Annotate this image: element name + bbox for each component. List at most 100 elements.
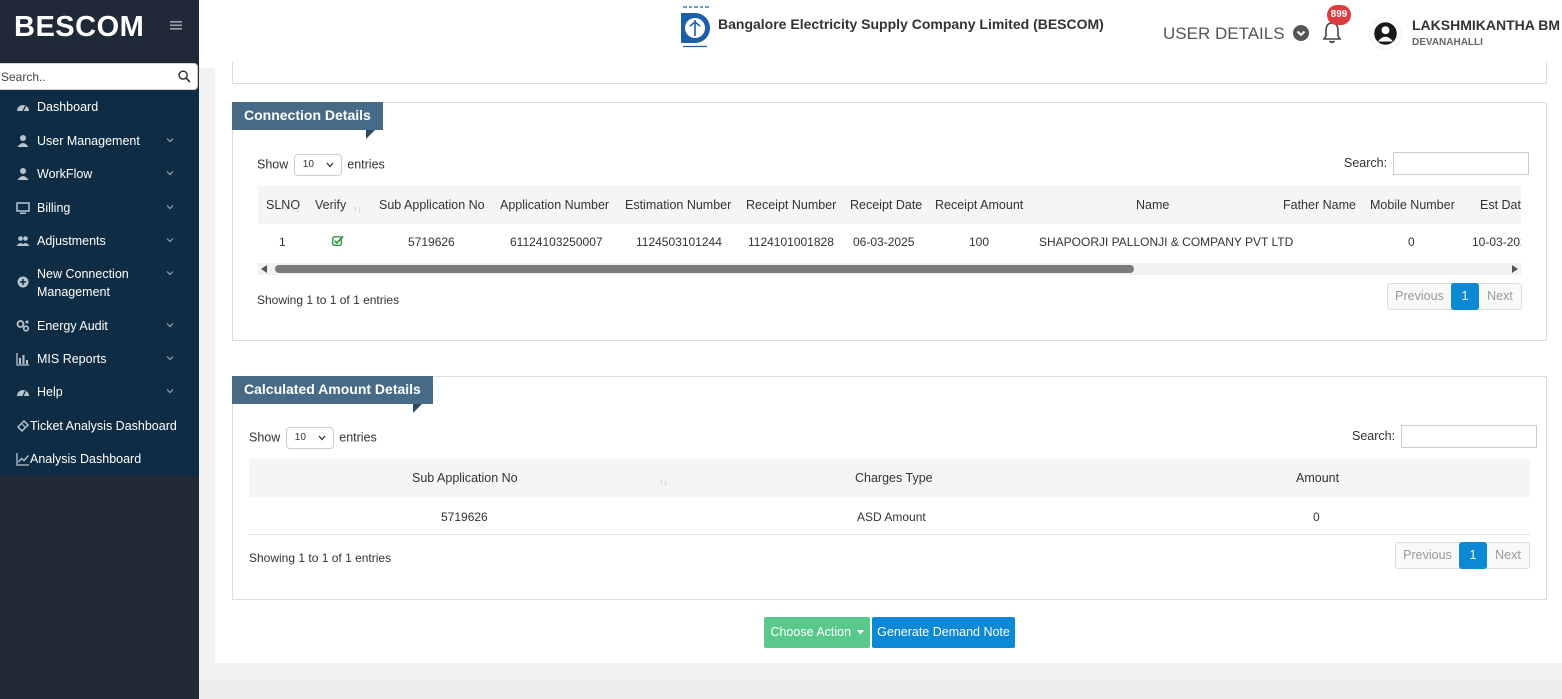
sidebar-item-label: Help (37, 385, 63, 399)
chevron-down-icon (166, 205, 174, 210)
column-header-amount[interactable]: Amount (1296, 471, 1339, 485)
column-header-father-name[interactable]: Father Name (1283, 198, 1356, 212)
column-header-application-number[interactable]: Application Number (500, 198, 609, 212)
sidebar-item-label: Energy Audit (37, 319, 108, 333)
pagination-previous[interactable]: Previous (1396, 543, 1459, 568)
sidebar-item-label: MIS Reports (37, 352, 107, 366)
pagination-page[interactable]: 1 (1451, 283, 1479, 310)
scroll-left-icon[interactable] (261, 265, 267, 273)
pagination-next[interactable]: Next (1487, 543, 1529, 568)
user-location: DEVANAHALLI (1412, 37, 1483, 48)
cell-sub-application-no: 5719626 (441, 510, 488, 524)
caret-down-icon (856, 630, 864, 635)
sort-icon[interactable]: ↑↓ (291, 204, 300, 214)
sidebar-item-workflow[interactable]: WorkFlow (0, 167, 199, 181)
choose-action-label: Choose Action (770, 625, 852, 639)
sidebar-item-energy-audit[interactable]: Energy Audit (0, 319, 199, 333)
cell-sub-application-no: 5719626 (408, 235, 455, 249)
column-header-sub-application-no[interactable]: Sub Application No (412, 471, 518, 485)
sidebar-header: BESCOM (0, 0, 199, 62)
user-details-dropdown[interactable]: USER DETAILS (1163, 24, 1310, 44)
page-size-select[interactable]: 10 (293, 154, 342, 176)
cell-est-date: 10-03-2025 (1472, 235, 1521, 249)
sidebar-item-user-management[interactable]: User Management (0, 134, 199, 148)
chevron-down-icon (166, 356, 174, 361)
sidebar-item-new-connection-management[interactable]: New Connection Management (0, 267, 199, 299)
page-size-control: Show 10 entries (249, 427, 377, 449)
sidebar-item-analysis-dashboard[interactable]: Analysis Dashboard (0, 452, 199, 466)
notification-badge[interactable]: 899 (1327, 5, 1351, 25)
sidebar-item-label: New Connection (37, 267, 129, 281)
scroll-right-icon[interactable] (1512, 265, 1518, 273)
chevron-down-icon (166, 171, 174, 176)
chevron-down-icon (318, 435, 326, 441)
users-icon (16, 236, 30, 246)
entries-label: entries (339, 430, 377, 445)
brand-logo-text[interactable]: BESCOM (14, 11, 144, 44)
cell-charges-type: ASD Amount (857, 510, 926, 524)
sidebar-item-label: Ticket Analysis Dashboard (30, 419, 177, 433)
plus-circle-icon (17, 276, 29, 288)
choose-action-button[interactable]: Choose Action (764, 617, 870, 648)
table-info: Showing 1 to 1 of 1 entries (249, 551, 392, 565)
sidebar-item-dashboard[interactable]: Dashboard (0, 100, 199, 114)
column-header-est-date[interactable]: Est Date (1480, 198, 1521, 212)
sidebar-item-mis-reports[interactable]: MIS Reports (0, 352, 199, 366)
pagination-page[interactable]: 1 (1459, 542, 1487, 569)
chevron-down-icon (166, 238, 174, 243)
table-search: Search: (1352, 425, 1537, 448)
table-search: Search: (1344, 152, 1529, 175)
pagination-next[interactable]: Next (1479, 284, 1521, 309)
panel-title: Connection Details (232, 102, 383, 130)
sidebar-item-billing[interactable]: Billing (0, 201, 199, 215)
sort-icon[interactable]: ↑↓ (659, 477, 668, 487)
entries-label: entries (347, 157, 385, 172)
column-header-mobile-number[interactable]: Mobile Number (1370, 198, 1455, 212)
column-header-verify[interactable]: Verify (315, 198, 346, 212)
sidebar-item-help[interactable]: Help (0, 385, 199, 399)
top-header: Bangalore Electricity Supply Company Lim… (199, 0, 1562, 68)
chevron-down-icon (166, 271, 174, 276)
sidebar-item-adjustments[interactable]: Adjustments (0, 234, 199, 248)
cell-slno: 1 (279, 235, 286, 249)
user-name: LAKSHMIKANTHA BM (1412, 17, 1561, 33)
page-size-value: 10 (294, 432, 306, 443)
cell-amount: 0 (1313, 510, 1320, 524)
column-header-receipt-amount[interactable]: Receipt Amount (935, 198, 1023, 212)
checkbox-checked-icon[interactable] (332, 235, 344, 246)
cell-name: SHAPOORJI PALLONJI & COMPANY PVT LTD (1039, 235, 1294, 249)
gears-icon (16, 320, 30, 332)
pagination-previous[interactable]: Previous (1388, 284, 1451, 309)
table-search-input[interactable] (1400, 425, 1537, 448)
generate-demand-note-button[interactable]: Generate Demand Note (872, 617, 1015, 648)
sidebar-item-label: User Management (37, 134, 140, 148)
cell-estimation-number: 1124503101244 (636, 235, 722, 249)
pagination: Previous 1 Next (1387, 283, 1522, 310)
column-header-receipt-date[interactable]: Receipt Date (850, 198, 922, 212)
user-icon (17, 168, 29, 180)
column-header-sub-application-no[interactable]: Sub Application No (379, 198, 485, 212)
sidebar-search-input[interactable] (0, 64, 167, 89)
avatar[interactable] (1369, 17, 1402, 50)
search-label: Search: (1352, 428, 1396, 443)
cell-receipt-amount: 100 (969, 235, 990, 249)
column-header-name[interactable]: Name (1136, 198, 1169, 212)
column-header-charges-type[interactable]: Charges Type (855, 471, 933, 485)
chevron-circle-down-icon (1293, 25, 1310, 41)
hamburger-icon[interactable] (170, 18, 182, 36)
chevron-down-icon (166, 323, 174, 328)
search-icon[interactable] (178, 70, 191, 83)
cell-est-date-clip: 10-03-2025 (1472, 235, 1521, 250)
cell-mobile-number: 0 (1408, 235, 1415, 249)
scrollbar-thumb[interactable] (275, 265, 1134, 273)
sidebar-item-label: WorkFlow (37, 167, 93, 181)
column-header-estimation-number[interactable]: Estimation Number (625, 198, 731, 212)
column-header-receipt-number[interactable]: Receipt Number (746, 198, 836, 212)
table-search-input[interactable] (1392, 152, 1529, 175)
pagination: Previous 1 Next (1395, 542, 1530, 569)
horizontal-scrollbar[interactable] (258, 263, 1521, 275)
dashboard-icon (17, 390, 29, 397)
page-size-select[interactable]: 10 (285, 427, 334, 449)
sidebar-item-ticket-analysis-dashboard[interactable]: Ticket Analysis Dashboard (0, 419, 199, 433)
sort-icon[interactable]: ↑↓ (353, 204, 362, 214)
